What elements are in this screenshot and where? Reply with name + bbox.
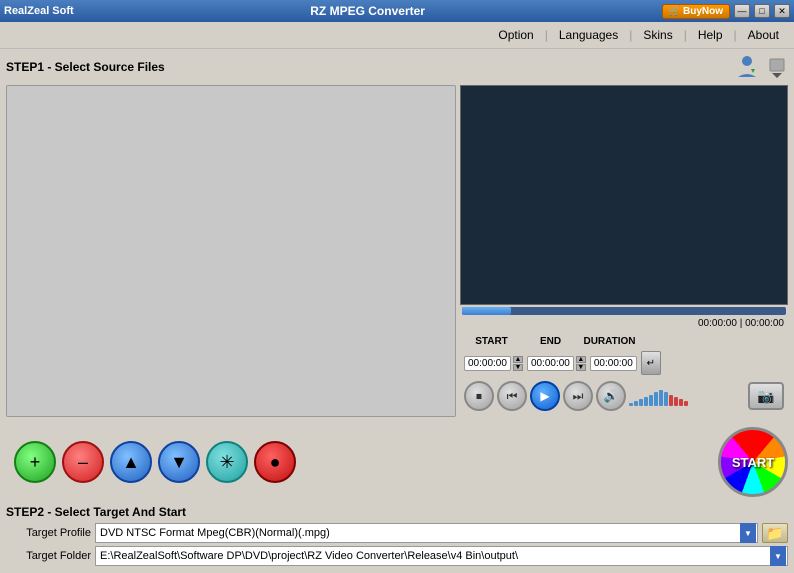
menu-divider-3: |	[682, 28, 689, 42]
start-button-container: START	[718, 427, 788, 497]
target-folder-label: Target Folder	[6, 550, 91, 562]
menu-divider-2: |	[627, 28, 634, 42]
file-list[interactable]	[6, 85, 456, 417]
duration-input[interactable]: 00:00:00	[590, 356, 637, 371]
end-time-up[interactable]: ▲	[576, 356, 586, 363]
company-name: RealZeal Soft	[4, 5, 74, 17]
target-profile-label: Target Profile	[6, 527, 91, 539]
preview-inner	[461, 86, 787, 304]
maximize-button[interactable]: □	[754, 4, 770, 18]
step1-icons	[731, 53, 788, 81]
convert-button[interactable]: ●	[254, 441, 296, 483]
stop-button[interactable]: ⏹	[464, 381, 494, 411]
target-profile-row: Target Profile DVD NTSC Format Mpeg(CBR)…	[6, 523, 788, 543]
menu-skins[interactable]: Skins	[634, 24, 681, 46]
start-time-input[interactable]: 00:00:00	[464, 356, 511, 371]
action-buttons: + – ▲ ▼ ✳ ●	[6, 435, 304, 489]
transport-buttons: ⏹ ⏮ ▶ ⏭ 🔊	[464, 381, 688, 411]
bottom-row: + – ▲ ▼ ✳ ● START	[0, 423, 794, 501]
content-area: 00:00:00 | 00:00:00 START END DURATION 0…	[0, 85, 794, 423]
step2-area: STEP2 - Select Target And Start Target P…	[0, 501, 794, 573]
step1-label: STEP1 - Select Source Files	[6, 60, 165, 74]
vol-bar-4	[649, 395, 653, 406]
volume-bars[interactable]	[629, 386, 688, 406]
dropdown-arrow-icon[interactable]	[766, 53, 788, 81]
end-label: END	[523, 336, 578, 347]
vol-bar-7	[664, 392, 668, 406]
clear-button[interactable]: ✳	[206, 441, 248, 483]
start-time-value: 00:00:00	[468, 358, 507, 369]
target-folder-row: Target Folder E:\RealZealSoft\Software D…	[6, 546, 788, 566]
duration-label: DURATION	[582, 336, 637, 347]
menu-divider-1: |	[543, 28, 550, 42]
menu-help[interactable]: Help	[689, 24, 732, 46]
vol-bar-6	[659, 390, 663, 406]
end-time-input[interactable]: 00:00:00	[527, 356, 574, 371]
preview-time-display: 00:00:00 | 00:00:00	[460, 317, 788, 330]
vol-bar-9	[674, 397, 678, 406]
vol-bar-0	[629, 403, 633, 406]
audio-button[interactable]: 🔊	[596, 381, 626, 411]
vol-bar-11	[684, 401, 688, 406]
menu-languages[interactable]: Languages	[550, 24, 627, 46]
screenshot-button[interactable]: 📷	[748, 382, 784, 410]
step1-header: STEP1 - Select Source Files	[0, 49, 794, 85]
start-button[interactable]: START	[718, 427, 788, 497]
start-time-group: 00:00:00 ▲ ▼	[464, 356, 523, 371]
menu-option[interactable]: Option	[489, 24, 542, 46]
vol-bar-2	[639, 399, 643, 406]
fast-forward-button[interactable]: ⏭	[563, 381, 593, 411]
preview-area	[460, 85, 788, 305]
set-duration-button[interactable]: ↵	[641, 351, 661, 375]
target-profile-select[interactable]: DVD NTSC Format Mpeg(CBR)(Normal)(.mpg)	[95, 523, 758, 543]
transport-area: START END DURATION 00:00:00 ▲ ▼	[460, 332, 788, 417]
duration-value: 00:00:00	[594, 358, 633, 369]
menu-about[interactable]: About	[739, 24, 788, 46]
start-label: START	[464, 336, 519, 347]
vol-bar-1	[634, 401, 638, 406]
add-file-button[interactable]: +	[14, 441, 56, 483]
app-title: RZ MPEG Converter	[74, 4, 662, 18]
move-down-button[interactable]: ▼	[158, 441, 200, 483]
title-bar-controls: 🛒 BuyNow — □ ✕	[662, 4, 790, 19]
vol-bar-10	[679, 399, 683, 406]
menu-bar: Option | Languages | Skins | Help | Abou…	[0, 22, 794, 49]
start-time-up[interactable]: ▲	[513, 356, 523, 363]
time-inputs-row: 00:00:00 ▲ ▼ 00:00:00 ▲ ▼	[464, 351, 784, 375]
profile-folder-button[interactable]: 📁	[762, 523, 788, 543]
vol-bar-8	[669, 395, 673, 406]
preview-progress-bar[interactable]	[462, 307, 786, 315]
target-folder-select-wrapper: E:\RealZealSoft\Software DP\DVD\project\…	[95, 546, 788, 566]
remove-file-button[interactable]: –	[62, 441, 104, 483]
duration-group: 00:00:00	[590, 356, 637, 371]
right-panel: 00:00:00 | 00:00:00 START END DURATION 0…	[460, 85, 788, 417]
step2-label: STEP2 - Select Target And Start	[6, 505, 788, 519]
end-time-arrows: ▲ ▼	[576, 356, 586, 371]
vol-bar-3	[644, 397, 648, 406]
close-button[interactable]: ✕	[774, 4, 790, 18]
preview-progress-fill	[462, 307, 511, 315]
title-bar: RealZeal Soft RZ MPEG Converter 🛒 BuyNow…	[0, 0, 794, 22]
main-window: Option | Languages | Skins | Help | Abou…	[0, 22, 794, 545]
time-row: START END DURATION	[464, 336, 784, 347]
buy-now-button[interactable]: 🛒 BuyNow	[662, 4, 730, 19]
move-up-button[interactable]: ▲	[110, 441, 152, 483]
start-label: START	[732, 455, 774, 470]
end-time-value: 00:00:00	[531, 358, 570, 369]
target-folder-select[interactable]: E:\RealZealSoft\Software DP\DVD\project\…	[95, 546, 788, 566]
start-time-arrows: ▲ ▼	[513, 356, 523, 371]
vol-bar-5	[654, 392, 658, 406]
end-time-down[interactable]: ▼	[576, 364, 586, 371]
minimize-button[interactable]: —	[734, 4, 750, 18]
controls-row: ⏹ ⏮ ▶ ⏭ 🔊 📷	[464, 379, 784, 413]
preview-container: 00:00:00 | 00:00:00	[460, 85, 788, 330]
start-time-down[interactable]: ▼	[513, 364, 523, 371]
add-source-icon[interactable]	[731, 53, 763, 81]
play-button[interactable]: ▶	[530, 381, 560, 411]
menu-divider-4: |	[732, 28, 739, 42]
target-profile-select-wrapper: DVD NTSC Format Mpeg(CBR)(Normal)(.mpg) …	[95, 523, 758, 543]
rewind-button[interactable]: ⏮	[497, 381, 527, 411]
end-time-group: 00:00:00 ▲ ▼	[527, 356, 586, 371]
